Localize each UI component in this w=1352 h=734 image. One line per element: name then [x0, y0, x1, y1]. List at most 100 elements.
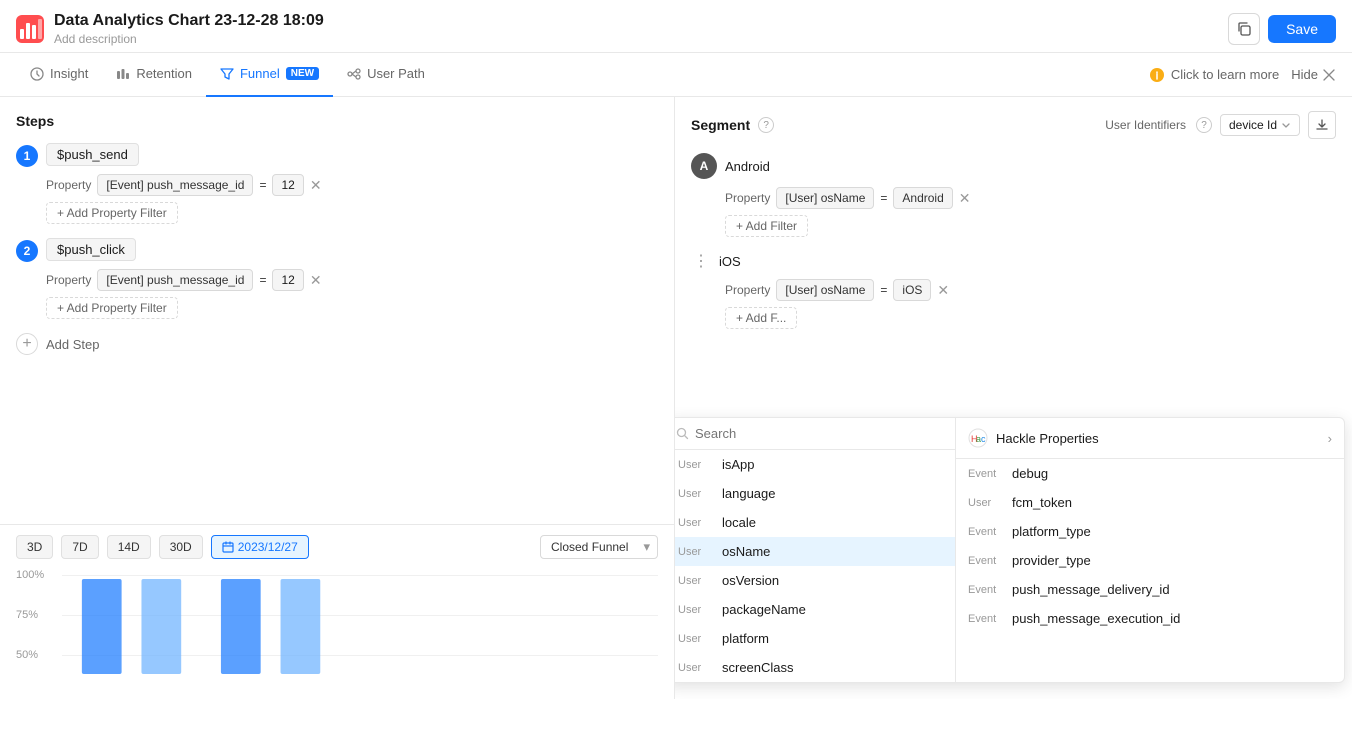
dropdown-item-language[interactable]: Userlanguage [675, 479, 955, 508]
dropdown-item-osname[interactable]: UserosName [675, 537, 955, 566]
app-logo [16, 15, 44, 43]
right-name-platform-type: platform_type [1012, 524, 1091, 539]
ios-property-row: Property [User] osName = iOS ✕ [725, 279, 1336, 301]
chart-label-50: 50% [16, 649, 38, 661]
segment-panel: Segment ? User Identifiers ? device Id A… [675, 97, 1352, 699]
dropdown-item-platform[interactable]: Userplatform [675, 624, 955, 653]
period-14d[interactable]: 14D [107, 535, 151, 559]
hackle-logo: Hac [968, 428, 988, 448]
chart-label-100: 100% [16, 569, 44, 581]
right-name-provider-type: provider_type [1012, 553, 1091, 568]
right-item-debug[interactable]: Eventdebug [956, 459, 1344, 488]
funnel-type-select[interactable]: Closed Funnel Open Funnel [540, 535, 658, 559]
step-2-event[interactable]: $push_click [46, 238, 136, 261]
step-1-number: 1 [16, 145, 38, 167]
android-prop-label: Property [725, 191, 770, 205]
tab-user-path[interactable]: User Path [333, 53, 439, 97]
right-name-debug: debug [1012, 466, 1048, 481]
segment-title: Segment [691, 117, 750, 133]
dropdown-search-input[interactable] [695, 426, 945, 441]
learn-more-link[interactable]: Click to learn more [1149, 67, 1279, 83]
dropdown-left-panel: UserisApp Userlanguage Userlocale Useros… [675, 418, 956, 682]
tab-insight[interactable]: Insight [16, 53, 102, 97]
hide-button[interactable]: Hide [1291, 67, 1336, 82]
ios-prop-value[interactable]: iOS [893, 279, 931, 301]
ios-header: ⋮ iOS [691, 251, 1336, 271]
step-2-operator: = [259, 273, 266, 287]
funnel-select-input[interactable]: Closed Funnel Open Funnel [540, 535, 658, 559]
android-prop-key[interactable]: [User] osName [776, 187, 874, 209]
svg-text:c: c [981, 434, 986, 444]
right-item-fcm[interactable]: Userfcm_token [956, 488, 1344, 517]
user-id-help-icon[interactable]: ? [1196, 117, 1212, 133]
user-id-value: device Id [1229, 118, 1277, 132]
right-item-provider-type[interactable]: Event provider_type [956, 546, 1344, 575]
download-button[interactable] [1308, 111, 1336, 139]
chart-area: 100% 75% 50% [16, 569, 658, 689]
period-30d[interactable]: 30D [159, 535, 203, 559]
android-prop-value[interactable]: Android [893, 187, 952, 209]
page-description[interactable]: Add description [54, 32, 324, 46]
dropdown-item-locale[interactable]: Userlocale [675, 508, 955, 537]
step-1-prop-value[interactable]: [Event] push_message_id [97, 174, 253, 196]
add-step-row: + Add Step [16, 333, 658, 355]
right-item-platform-type[interactable]: Event platform_type [956, 517, 1344, 546]
add-step-label[interactable]: Add Step [46, 337, 100, 352]
tab-retention[interactable]: Retention [102, 53, 206, 97]
ios-prop-key[interactable]: [User] osName [776, 279, 874, 301]
android-prop-remove[interactable]: ✕ [959, 191, 971, 205]
save-button[interactable]: Save [1268, 15, 1336, 43]
hide-label: Hide [1291, 67, 1318, 82]
step-2-remove[interactable]: ✕ [310, 273, 322, 287]
item-tag-locale: User [678, 517, 714, 529]
step-2-value[interactable]: 12 [272, 269, 303, 291]
right-name-delivery-id: push_message_delivery_id [1012, 582, 1170, 597]
step-2-prop-value[interactable]: [Event] push_message_id [97, 269, 253, 291]
step-1-operator: = [259, 178, 266, 192]
dropdown-item-screenclass[interactable]: UserscreenClass [675, 653, 955, 682]
ios-add-filter[interactable]: + Add F... [725, 307, 797, 329]
main-area: Steps 1 $push_send Property [Event] push… [0, 97, 1352, 699]
tab-funnel[interactable]: Funnel NEW [206, 53, 333, 97]
period-3d[interactable]: 3D [16, 535, 53, 559]
step-1-add-filter[interactable]: + Add Property Filter [46, 202, 178, 224]
android-property-row: Property [User] osName = Android ✕ [725, 187, 1336, 209]
right-item-execution-id[interactable]: Eventpush_message_execution_id [956, 604, 1344, 633]
hackle-header[interactable]: Hac Hackle Properties › [956, 418, 1344, 459]
right-item-delivery-id[interactable]: Eventpush_message_delivery_id [956, 575, 1344, 604]
step-1-event[interactable]: $push_send [46, 143, 139, 166]
right-name-fcm: fcm_token [1012, 495, 1072, 510]
dropdown-item-isapp[interactable]: UserisApp [675, 450, 955, 479]
dropdown-item-packagename[interactable]: UserpackageName [675, 595, 955, 624]
item-tag-language: User [678, 488, 714, 500]
step-1-content: $push_send Property [Event] push_message… [46, 143, 658, 224]
dropdown-item-osversion[interactable]: UserosVersion [675, 566, 955, 595]
step-1-remove[interactable]: ✕ [310, 178, 322, 192]
right-tag-provider-type: Event [968, 555, 1004, 567]
left-bottom: 3D 7D 14D 30D 2023/12/27 Closed Funnel O… [0, 524, 674, 699]
page-title: Data Analytics Chart 23-12-28 18:09 [54, 12, 324, 30]
android-header: A Android [691, 153, 1336, 179]
add-step-circle[interactable]: + [16, 333, 38, 355]
step-2-content: $push_click Property [Event] push_messag… [46, 238, 658, 319]
item-tag-isapp: User [678, 459, 714, 471]
dropdown-list: UserisApp Userlanguage Userlocale Useros… [675, 450, 955, 682]
android-operator: = [880, 191, 887, 205]
date-picker[interactable]: 2023/12/27 [211, 535, 309, 559]
android-name: Android [725, 159, 770, 174]
period-7d[interactable]: 7D [61, 535, 98, 559]
step-2-add-filter[interactable]: + Add Property Filter [46, 297, 178, 319]
ios-prop-remove[interactable]: ✕ [937, 283, 949, 297]
step-1-value[interactable]: 12 [272, 174, 303, 196]
user-identifiers-label: User Identifiers [1105, 118, 1186, 132]
tab-retention-label: Retention [136, 66, 192, 81]
tab-funnel-label: Funnel [240, 66, 280, 81]
ios-menu-icon[interactable]: ⋮ [691, 251, 711, 271]
funnel-badge: NEW [286, 67, 319, 80]
user-id-select[interactable]: device Id [1220, 114, 1300, 136]
android-add-filter[interactable]: + Add Filter [725, 215, 808, 237]
copy-button[interactable] [1228, 13, 1260, 45]
segment-help-icon[interactable]: ? [758, 117, 774, 133]
right-tag-execution-id: Event [968, 613, 1004, 625]
right-tag-platform-type: Event [968, 526, 1004, 538]
